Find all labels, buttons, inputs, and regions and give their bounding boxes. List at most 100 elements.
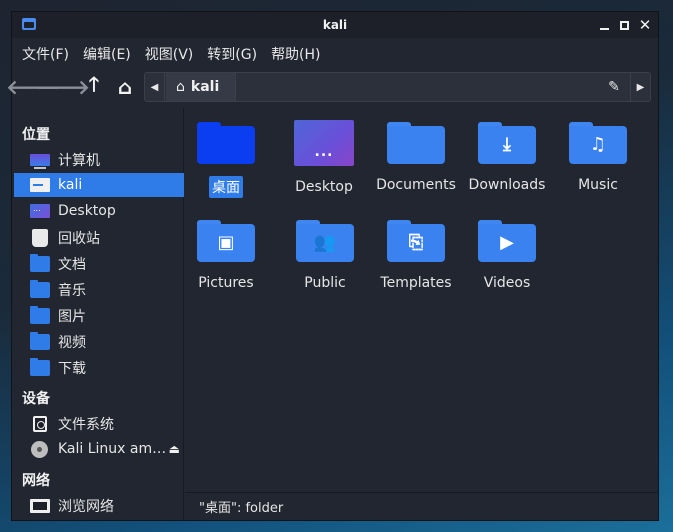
sidebar-item-label: 回收站	[58, 231, 100, 247]
sidebar-item-label: 图片	[58, 309, 86, 325]
computer-icon	[30, 154, 50, 169]
path-bar: ◀ ⌂ kali ✎ ▶	[144, 72, 651, 102]
sidebar-item-documents[interactable]: 文档	[14, 252, 184, 276]
file-label: Public	[304, 275, 346, 291]
network-icon	[30, 499, 50, 513]
minimize-icon	[599, 27, 609, 30]
file-item-videos[interactable]: ▶ Videos	[462, 220, 552, 292]
toolbar: 🡐 🡒 🡑 ⌂ ◀ ⌂ kali ✎ ▶	[6, 70, 658, 104]
network-header: 网络	[22, 473, 50, 489]
sidebar-item-label: 视频	[58, 335, 86, 351]
sidebar-item-label: Kali Linux am…	[58, 441, 167, 457]
home-icon: ⌂	[176, 79, 185, 95]
sidebar-item-label: 浏览网络	[58, 499, 114, 515]
devices-header: 设备	[22, 391, 50, 407]
triangle-right-icon: ▶	[636, 81, 645, 93]
folder-icon	[197, 122, 255, 164]
app-folder-icon	[22, 18, 36, 30]
file-manager-window: kali ✕ 文件(F) 编辑(E) 视图(V) 转到(G) 帮助(H) 🡐 🡒…	[6, 11, 659, 521]
file-item-documents[interactable]: Documents	[371, 122, 461, 194]
file-view: 桌面 ... Desktop Documents ⤓ Downloads ♫ M…	[185, 108, 658, 490]
folder-icon	[387, 122, 445, 164]
sidebar-item-label: 文件系统	[58, 417, 114, 433]
file-label: Desktop	[295, 179, 353, 195]
sidebar-item-downloads[interactable]: 下载	[14, 356, 184, 380]
file-label: 桌面	[209, 176, 243, 198]
folder-icon	[30, 254, 50, 272]
file-label: Videos	[483, 275, 531, 291]
menu-edit[interactable]: 编辑(E)	[83, 44, 131, 64]
sidebar-item-label: 计算机	[58, 153, 100, 169]
file-label: Music	[578, 177, 618, 193]
folder-pictures-icon: ▣	[197, 220, 255, 262]
file-item-music[interactable]: ♫ Music	[553, 122, 643, 194]
folder-icon	[30, 306, 50, 324]
forward-button[interactable]: 🡒	[36, 74, 90, 100]
sidebar: 位置 计算机 kali Desktop 回收站 文档 音乐 图片	[12, 108, 184, 520]
folder-music-icon: ♫	[569, 122, 627, 164]
edit-path-button[interactable]: ✎	[599, 73, 629, 101]
close-icon: ✕	[638, 16, 652, 34]
sidebar-item-label: 下载	[58, 361, 86, 377]
file-label: Downloads	[468, 177, 546, 193]
home-icon: ⌂	[117, 75, 133, 99]
path-scroll-right-button[interactable]: ▶	[630, 73, 650, 101]
desktop-icon	[30, 204, 50, 218]
sidebar-item-browse-network[interactable]: 浏览网络	[14, 494, 184, 518]
triangle-left-icon: ◀	[150, 81, 159, 93]
sidebar-item-trash[interactable]: 回收站	[14, 226, 184, 250]
menu-bar: 文件(F) 编辑(E) 视图(V) 转到(G) 帮助(H)	[12, 42, 658, 66]
file-label: Pictures	[198, 275, 254, 291]
path-scroll-left-button[interactable]: ◀	[145, 73, 165, 101]
folder-icon	[30, 332, 50, 350]
drive-icon	[33, 416, 47, 432]
up-button[interactable]: 🡑	[81, 72, 107, 100]
folder-public-icon: 👥	[296, 220, 354, 262]
trash-icon	[32, 229, 48, 247]
file-item-public[interactable]: 👥 Public	[280, 220, 370, 292]
desktop-thumbnail-icon: ...	[294, 120, 354, 166]
breadcrumb-home[interactable]: ⌂ kali	[166, 73, 236, 101]
home-folder-icon	[30, 178, 50, 192]
sidebar-item-label: 文档	[58, 257, 86, 273]
minimize-button[interactable]	[595, 16, 613, 34]
sidebar-item-kali-disc[interactable]: Kali Linux am… ⏏	[14, 437, 184, 461]
maximize-icon	[619, 20, 629, 30]
sidebar-item-filesystem[interactable]: 文件系统	[14, 412, 184, 436]
menu-help[interactable]: 帮助(H)	[271, 44, 320, 64]
file-label: Templates	[380, 275, 452, 291]
file-item-downloads[interactable]: ⤓ Downloads	[462, 122, 552, 194]
folder-icon	[30, 358, 50, 376]
sidebar-item-label: kali	[58, 177, 83, 193]
menu-go[interactable]: 转到(G)	[207, 44, 257, 64]
close-button[interactable]: ✕	[636, 16, 654, 34]
sidebar-item-computer[interactable]: 计算机	[14, 148, 184, 172]
folder-download-icon: ⤓	[478, 122, 536, 164]
menu-view[interactable]: 视图(V)	[145, 44, 194, 64]
disc-icon	[31, 440, 48, 458]
folder-videos-icon: ▶	[478, 220, 536, 262]
file-item-templates[interactable]: ⎘ Templates	[371, 220, 461, 292]
sidebar-item-label: Desktop	[58, 203, 116, 219]
pencil-icon: ✎	[608, 79, 620, 95]
places-header: 位置	[22, 127, 50, 143]
title-bar: kali ✕	[12, 12, 658, 38]
status-bar: "桌面": folder	[185, 492, 658, 520]
folder-icon	[30, 280, 50, 298]
sidebar-item-label: 音乐	[58, 283, 86, 299]
window-title: kali	[322, 18, 348, 32]
maximize-button[interactable]	[615, 16, 633, 34]
eject-icon[interactable]: ⏏	[169, 442, 180, 456]
sidebar-item-pictures[interactable]: 图片	[14, 304, 184, 328]
file-item-desktop[interactable]: ... Desktop	[279, 120, 369, 196]
sidebar-item-kali[interactable]: kali	[14, 173, 184, 197]
file-item-pictures[interactable]: ▣ Pictures	[181, 220, 271, 292]
sidebar-item-videos[interactable]: 视频	[14, 330, 184, 354]
sidebar-item-music[interactable]: 音乐	[14, 278, 184, 302]
home-button[interactable]: ⌂	[112, 74, 138, 100]
arrow-up-icon: 🡑	[88, 72, 100, 96]
breadcrumb-label: kali	[190, 79, 220, 95]
file-item-zhuomian[interactable]: 桌面	[181, 122, 271, 198]
menu-file[interactable]: 文件(F)	[22, 44, 69, 64]
sidebar-item-desktop[interactable]: Desktop	[14, 199, 184, 223]
